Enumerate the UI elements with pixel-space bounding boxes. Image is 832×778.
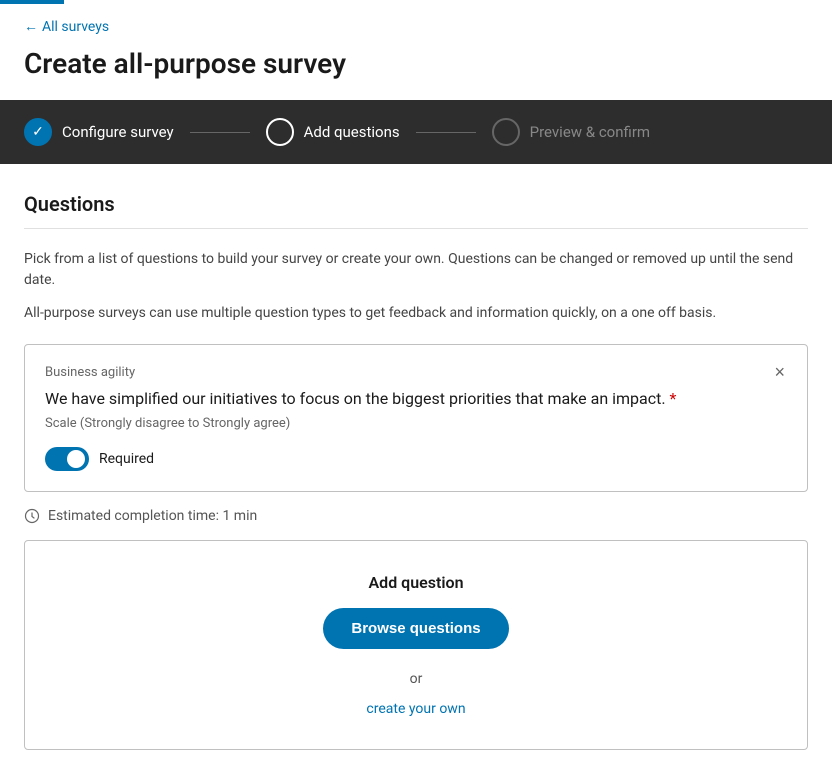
required-label: Required (99, 451, 154, 467)
questions-section-title: Questions (24, 192, 808, 229)
toggle-slider (45, 447, 89, 471)
description-1: Pick from a list of questions to build y… (24, 249, 808, 291)
step-configure-label: Configure survey (62, 123, 174, 141)
description-2: All-purpose surveys can use multiple que… (24, 303, 808, 324)
browse-questions-button[interactable]: Browse questions (323, 608, 508, 649)
estimated-time-text: Estimated completion time: 1 min (48, 508, 257, 524)
step-add-questions: Add questions (266, 118, 400, 146)
question-text-content: We have simplified our initiatives to fo… (45, 389, 666, 408)
step-preview-circle (492, 118, 520, 146)
step-connector-1 (190, 132, 250, 133)
estimated-time: Estimated completion time: 1 min (24, 508, 808, 524)
or-text: or (410, 671, 423, 687)
question-type: Scale (Strongly disagree to Strongly agr… (45, 416, 787, 431)
step-preview: Preview & confirm (492, 118, 650, 146)
step-configure-circle: ✓ (24, 118, 52, 146)
step-add-questions-label: Add questions (304, 123, 400, 141)
create-own-link[interactable]: create your own (366, 701, 465, 717)
step-connector-2 (416, 132, 476, 133)
page-title: Create all-purpose survey (0, 43, 832, 100)
required-toggle[interactable] (45, 447, 89, 471)
question-category: Business agility (45, 365, 787, 380)
checkmark-icon: ✓ (32, 124, 44, 140)
clock-icon (24, 508, 40, 524)
step-preview-label: Preview & confirm (530, 123, 650, 141)
question-text: We have simplified our initiatives to fo… (45, 388, 787, 410)
add-question-card: Add question Browse questions or create … (24, 540, 808, 750)
question-card: Business agility We have simplified our … (24, 344, 808, 492)
estimated-time-value-text: 1 min (222, 508, 257, 524)
main-content: Questions Pick from a list of questions … (0, 164, 832, 778)
step-configure: ✓ Configure survey (24, 118, 174, 146)
back-link-label: All surveys (42, 19, 109, 35)
required-star: * (670, 389, 677, 408)
estimated-time-prefix: Estimated completion time: (48, 508, 219, 524)
close-question-button[interactable]: × (768, 361, 791, 383)
toggle-row: Required (45, 447, 787, 471)
steps-bar: ✓ Configure survey Add questions Preview… (0, 100, 832, 164)
back-link[interactable]: ← All surveys (24, 18, 109, 35)
step-add-questions-circle (266, 118, 294, 146)
back-arrow-icon: ← (24, 18, 38, 35)
add-question-title: Add question (49, 573, 783, 592)
